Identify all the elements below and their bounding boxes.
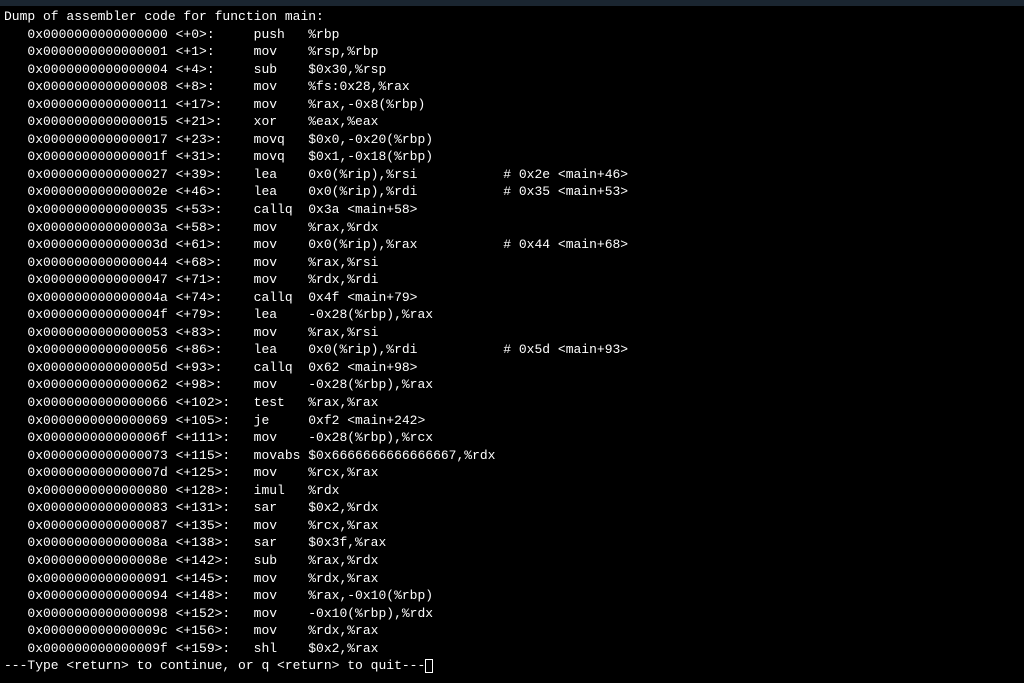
asm-line: 0x0000000000000069 <+105>: je 0xf2 <main… <box>4 412 1020 430</box>
asm-line: 0x0000000000000094 <+148>: mov %rax,-0x1… <box>4 587 1020 605</box>
asm-line: 0x0000000000000073 <+115>: movabs $0x666… <box>4 447 1020 465</box>
asm-line: 0x0000000000000062 <+98>: mov -0x28(%rbp… <box>4 376 1020 394</box>
asm-line: 0x000000000000007d <+125>: mov %rcx,%rax <box>4 464 1020 482</box>
asm-line: 0x000000000000009c <+156>: mov %rdx,%rax <box>4 622 1020 640</box>
asm-line: 0x0000000000000017 <+23>: movq $0x0,-0x2… <box>4 131 1020 149</box>
asm-line: 0x0000000000000004 <+4>: sub $0x30,%rsp <box>4 61 1020 79</box>
asm-line: 0x0000000000000047 <+71>: mov %rdx,%rdi <box>4 271 1020 289</box>
asm-line: 0x000000000000005d <+93>: callq 0x62 <ma… <box>4 359 1020 377</box>
asm-line: 0x000000000000001f <+31>: movq $0x1,-0x1… <box>4 148 1020 166</box>
asm-line: 0x000000000000004f <+79>: lea -0x28(%rbp… <box>4 306 1020 324</box>
pager-prompt-text: ---Type <return> to continue, or q <retu… <box>4 657 425 675</box>
asm-line: 0x0000000000000008 <+8>: mov %fs:0x28,%r… <box>4 78 1020 96</box>
asm-line: 0x0000000000000056 <+86>: lea 0x0(%rip),… <box>4 341 1020 359</box>
asm-line: 0x0000000000000001 <+1>: mov %rsp,%rbp <box>4 43 1020 61</box>
asm-line: 0x000000000000008a <+138>: sar $0x3f,%ra… <box>4 534 1020 552</box>
asm-line: 0x0000000000000044 <+68>: mov %rax,%rsi <box>4 254 1020 272</box>
asm-line: 0x000000000000009f <+159>: shl $0x2,%rax <box>4 640 1020 658</box>
asm-line: 0x000000000000004a <+74>: callq 0x4f <ma… <box>4 289 1020 307</box>
asm-line: 0x000000000000003a <+58>: mov %rax,%rdx <box>4 219 1020 237</box>
pager-prompt[interactable]: ---Type <return> to continue, or q <retu… <box>4 657 1020 675</box>
disassembly-header: Dump of assembler code for function main… <box>4 8 1020 26</box>
asm-line: 0x0000000000000066 <+102>: test %rax,%ra… <box>4 394 1020 412</box>
asm-line: 0x0000000000000080 <+128>: imul %rdx <box>4 482 1020 500</box>
asm-line: 0x0000000000000053 <+83>: mov %rax,%rsi <box>4 324 1020 342</box>
asm-line: 0x000000000000002e <+46>: lea 0x0(%rip),… <box>4 183 1020 201</box>
asm-line: 0x0000000000000098 <+152>: mov -0x10(%rb… <box>4 605 1020 623</box>
asm-line: 0x0000000000000083 <+131>: sar $0x2,%rdx <box>4 499 1020 517</box>
asm-line: 0x0000000000000027 <+39>: lea 0x0(%rip),… <box>4 166 1020 184</box>
asm-line: 0x0000000000000087 <+135>: mov %rcx,%rax <box>4 517 1020 535</box>
asm-line: 0x0000000000000015 <+21>: xor %eax,%eax <box>4 113 1020 131</box>
asm-line: 0x0000000000000035 <+53>: callq 0x3a <ma… <box>4 201 1020 219</box>
asm-line: 0x0000000000000091 <+145>: mov %rdx,%rax <box>4 570 1020 588</box>
asm-listing: 0x0000000000000000 <+0>: push %rbp 0x000… <box>4 26 1020 658</box>
asm-line: 0x000000000000008e <+142>: sub %rax,%rdx <box>4 552 1020 570</box>
cursor-icon <box>425 659 433 673</box>
tab-bar <box>0 0 1024 6</box>
asm-line: 0x0000000000000011 <+17>: mov %rax,-0x8(… <box>4 96 1020 114</box>
disassembly-output: Dump of assembler code for function main… <box>4 8 1020 675</box>
asm-line: 0x000000000000003d <+61>: mov 0x0(%rip),… <box>4 236 1020 254</box>
asm-line: 0x0000000000000000 <+0>: push %rbp <box>4 26 1020 44</box>
asm-line: 0x000000000000006f <+111>: mov -0x28(%rb… <box>4 429 1020 447</box>
